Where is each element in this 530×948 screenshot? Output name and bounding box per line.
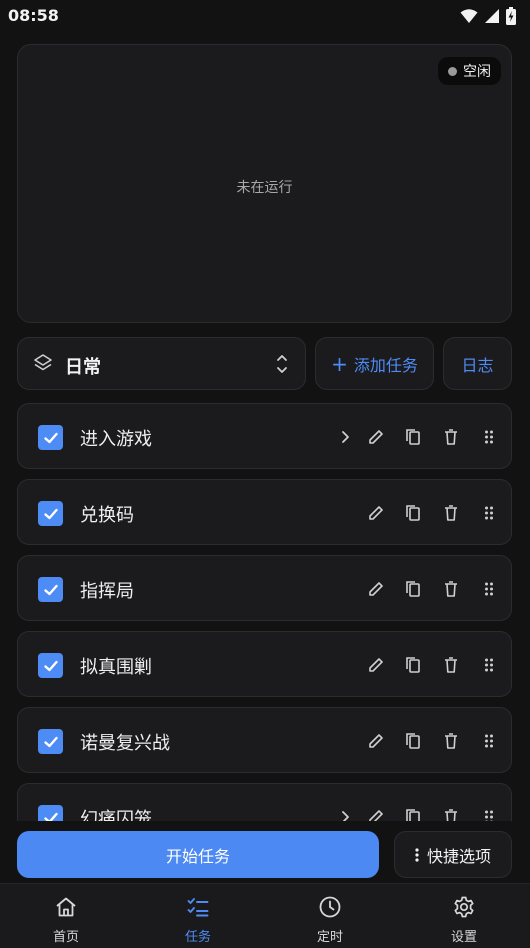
- status-icons: [460, 7, 516, 25]
- task-item[interactable]: 兑换码: [17, 479, 512, 545]
- quick-options-label: 快捷选项: [426, 846, 491, 866]
- task-list[interactable]: 进入游戏 兑换码 指挥局 拟真围剿 诺曼复兴战 幻痛囚笼: [17, 403, 512, 821]
- drag-handle-icon[interactable]: [479, 807, 499, 821]
- nav-item-home[interactable]: 首页: [0, 884, 132, 948]
- check-icon: [43, 812, 58, 821]
- check-icon: [43, 508, 58, 519]
- bottom-navigation: 首页 任务 定时 设置: [0, 883, 530, 948]
- task-name: 拟真围剿: [80, 657, 152, 678]
- copy-icon[interactable]: [403, 427, 423, 447]
- task-group-selector[interactable]: 日常: [17, 337, 306, 390]
- delete-icon[interactable]: [441, 579, 461, 599]
- edit-icon[interactable]: [366, 503, 386, 523]
- copy-icon[interactable]: [403, 655, 423, 675]
- task-checkbox[interactable]: [38, 805, 63, 821]
- drag-handle-icon[interactable]: [479, 579, 499, 599]
- task-checkbox[interactable]: [38, 577, 63, 602]
- status-bar: 08:58: [0, 0, 530, 32]
- clock-icon: [319, 896, 341, 918]
- nav-label-tasks: 任务: [184, 930, 211, 945]
- delete-icon[interactable]: [441, 807, 461, 821]
- check-icon: [43, 432, 58, 443]
- task-group-label: 日常: [65, 357, 101, 378]
- more-vertical-icon: [415, 847, 419, 862]
- edit-icon[interactable]: [366, 427, 386, 447]
- nav-label-home: 首页: [52, 930, 79, 945]
- task-item[interactable]: 指挥局: [17, 555, 512, 621]
- task-item[interactable]: 进入游戏: [17, 403, 512, 469]
- start-task-button[interactable]: 开始任务: [17, 831, 379, 878]
- copy-icon[interactable]: [403, 579, 423, 599]
- copy-icon[interactable]: [403, 807, 423, 821]
- task-checkbox[interactable]: [38, 729, 63, 754]
- chevron-right-icon[interactable]: [335, 807, 355, 821]
- task-item[interactable]: 拟真围剿: [17, 631, 512, 697]
- status-badge: 空闲: [438, 57, 501, 85]
- check-icon: [43, 584, 58, 595]
- wifi-icon: [460, 9, 478, 23]
- task-checkbox[interactable]: [38, 425, 63, 450]
- unfold-icon: [277, 355, 287, 373]
- copy-icon[interactable]: [403, 503, 423, 523]
- task-item[interactable]: 幻痛囚笼: [17, 783, 512, 821]
- delete-icon[interactable]: [441, 731, 461, 751]
- plus-icon: +: [331, 351, 348, 376]
- layers-icon: [34, 354, 52, 371]
- drag-handle-icon[interactable]: [479, 427, 499, 447]
- add-task-button[interactable]: + 添加任务: [315, 337, 434, 390]
- task-name: 进入游戏: [80, 429, 152, 450]
- add-task-label: 添加任务: [353, 355, 418, 375]
- log-button[interactable]: 日志: [443, 337, 512, 390]
- task-name: 幻痛囚笼: [80, 809, 152, 821]
- edit-icon[interactable]: [366, 731, 386, 751]
- nav-item-schedule[interactable]: 定时: [264, 884, 396, 948]
- status-dot: [448, 66, 457, 76]
- preview-panel: 空闲 未在运行: [17, 44, 512, 323]
- start-task-label: 开始任务: [165, 846, 230, 866]
- battery-charging-icon: [506, 7, 516, 25]
- nav-item-tasks[interactable]: 任务: [132, 884, 264, 948]
- edit-icon[interactable]: [366, 579, 386, 599]
- nav-label-schedule: 定时: [316, 930, 343, 945]
- task-item[interactable]: 诺曼复兴战: [17, 707, 512, 773]
- task-name: 指挥局: [80, 581, 134, 602]
- edit-icon[interactable]: [366, 655, 386, 675]
- task-checkbox[interactable]: [38, 653, 63, 678]
- home-icon: [56, 897, 76, 917]
- task-list-icon: [187, 898, 209, 917]
- signal-icon: [485, 9, 499, 23]
- nav-label-settings: 设置: [450, 930, 477, 945]
- copy-icon[interactable]: [403, 731, 423, 751]
- task-name: 兑换码: [80, 505, 134, 526]
- status-badge-label: 空闲: [463, 64, 491, 80]
- bottom-action-bar: 开始任务 快捷选项: [0, 821, 530, 883]
- task-name: 诺曼复兴战: [80, 733, 170, 754]
- preview-message: 未在运行: [236, 180, 293, 196]
- drag-handle-icon[interactable]: [479, 503, 499, 523]
- check-icon: [43, 736, 58, 747]
- gear-icon: [454, 896, 474, 918]
- delete-icon[interactable]: [441, 655, 461, 675]
- quick-options-button[interactable]: 快捷选项: [394, 831, 512, 878]
- drag-handle-icon[interactable]: [479, 731, 499, 751]
- check-icon: [43, 660, 58, 671]
- status-time: 08:58: [8, 6, 59, 25]
- delete-icon[interactable]: [441, 427, 461, 447]
- task-checkbox[interactable]: [38, 501, 63, 526]
- nav-item-settings[interactable]: 设置: [398, 884, 530, 948]
- delete-icon[interactable]: [441, 503, 461, 523]
- drag-handle-icon[interactable]: [479, 655, 499, 675]
- chevron-right-icon[interactable]: [335, 427, 355, 447]
- log-label: 日志: [461, 355, 494, 375]
- edit-icon[interactable]: [366, 807, 386, 821]
